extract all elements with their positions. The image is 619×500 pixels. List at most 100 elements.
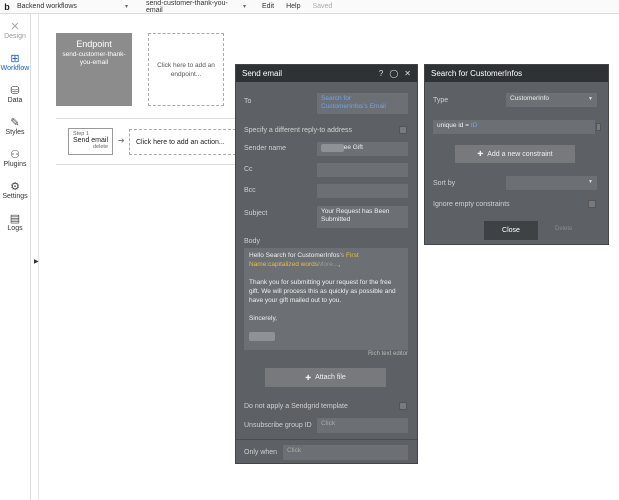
sidebar-item-label: Data: [7, 96, 23, 104]
ignore-empty-checkbox[interactable]: [588, 200, 596, 208]
arrow-right-icon: ➔: [118, 136, 125, 145]
workflow-icon: ⊞: [10, 52, 20, 65]
subject-label: Subject: [244, 210, 268, 217]
plus-icon: ✚: [305, 374, 312, 382]
chevron-down-icon: ▼: [588, 96, 593, 102]
step-delete-link[interactable]: delete: [69, 144, 112, 150]
chevron-down-icon: ▾: [242, 4, 246, 10]
styles-icon: ✎: [10, 116, 20, 129]
add-endpoint-button[interactable]: Click here to add an endpoint...: [148, 33, 224, 106]
only-when-field[interactable]: Click: [283, 445, 408, 460]
sidebar-item-design[interactable]: ✕ Design: [0, 14, 30, 46]
sidebar-item-label: Design: [4, 32, 26, 40]
sender-name-field[interactable]: xxxxxxxee Gift: [317, 142, 408, 156]
body-label: Body: [244, 238, 260, 245]
endpoint-name: send-customer-thank-you-email: [62, 51, 126, 66]
to-value-suffix: CustomerInfos's Email: [321, 103, 386, 110]
workflow-selector-label: send-customer-thank-you-email: [146, 0, 228, 14]
body-paragraph: Thank you for submitting your request fo…: [249, 279, 396, 304]
body-greeting-line: Hello Search for CustomerInfos's First N…: [249, 251, 403, 269]
panel-title: Search for CustomerInfos: [431, 69, 523, 78]
save-status: Saved: [312, 3, 333, 10]
add-action-button[interactable]: Click here to add an action...: [129, 129, 236, 155]
subject-field[interactable]: Your Request has Been Submitted: [317, 206, 408, 228]
sort-by-select[interactable]: ▼: [506, 176, 597, 190]
panel-title: Send email: [242, 69, 283, 78]
cc-label: Cc: [244, 166, 253, 173]
page-selector[interactable]: Backend workflows ▾: [14, 3, 132, 10]
body-signature-redacted: xxxxxxxx: [249, 332, 275, 341]
constraint-scroll-handle[interactable]: [596, 123, 601, 131]
rich-text-editor-link[interactable]: Rich text editor: [368, 351, 408, 357]
chevron-down-icon: ▼: [588, 179, 593, 185]
sidebar-item-plugins[interactable]: ⚇ Plugins: [0, 142, 30, 174]
reply-to-checkbox[interactable]: [399, 126, 407, 134]
sidebar-item-workflow[interactable]: ⊞ Workflow: [0, 46, 30, 78]
add-constraint-button[interactable]: ✚ Add a new constraint: [455, 145, 575, 163]
body-editor[interactable]: Hello Search for CustomerInfos's First N…: [244, 248, 408, 350]
type-select[interactable]: CustomerInfo ▼: [506, 93, 597, 107]
only-when-label: Only when: [244, 449, 278, 456]
sidebar-item-settings[interactable]: ⚙ Settings: [0, 174, 30, 206]
sidebar-item-label: Styles: [5, 128, 25, 136]
sendgrid-label: Do not apply a Sendgrid template: [244, 403, 348, 410]
close-icon[interactable]: ✕: [404, 69, 411, 78]
workflow-steps-row: Step 1 Send email delete ➔ Click here to…: [56, 118, 236, 165]
constraint-row[interactable]: unique id = ID: [433, 120, 595, 134]
plugins-icon: ⚇: [10, 148, 20, 161]
add-constraint-label: Add a new constraint: [487, 150, 553, 158]
comment-icon[interactable]: ◯: [389, 69, 398, 78]
sidebar-item-logs[interactable]: ▤ Logs: [0, 206, 30, 238]
unsubscribe-label: Unsubscribe group ID: [244, 422, 312, 429]
sort-by-label: Sort by: [433, 180, 456, 187]
expand-arrow-icon[interactable]: ▶: [34, 258, 39, 265]
send-email-header: Send email ? ◯ ✕: [236, 65, 417, 82]
top-bar: b Backend workflows ▾ send-customer-than…: [0, 0, 619, 14]
plus-icon: ✚: [477, 151, 484, 158]
settings-icon: ⚙: [10, 180, 20, 193]
delete-button[interactable]: Delete: [555, 226, 572, 232]
ignore-empty-label: Ignore empty constraints: [433, 201, 510, 208]
step-name: Send email: [72, 137, 109, 144]
sidebar-item-label: Workflow: [0, 64, 30, 72]
type-value: CustomerInfo: [510, 95, 550, 102]
sidebar-item-label: Plugins: [3, 160, 27, 168]
workflow-selector[interactable]: send-customer-thank-you-email ▾: [132, 0, 250, 14]
search-panel-header: Search for CustomerInfos: [425, 65, 608, 82]
sidebar-item-styles[interactable]: ✎ Styles: [0, 110, 30, 142]
to-field[interactable]: Search for CustomerInfos's Email: [317, 93, 408, 114]
bubble-logo[interactable]: b: [0, 0, 14, 14]
sender-name-label: Sender name: [244, 145, 287, 152]
cc-field[interactable]: [317, 163, 408, 177]
unsubscribe-field[interactable]: Click: [317, 418, 408, 433]
menu-edit[interactable]: Edit: [262, 3, 274, 10]
design-icon: ✕: [10, 20, 20, 33]
constraint-value[interactable]: ID: [471, 122, 478, 129]
search-panel: Search for CustomerInfos Type CustomerIn…: [424, 64, 609, 245]
sendgrid-checkbox[interactable]: [399, 402, 407, 410]
attach-file-label: Attach file: [315, 374, 346, 381]
sender-name-value: ee Gift: [343, 144, 363, 151]
left-sidebar: ✕ Design ⊞ Workflow ⛁ Data ✎ Styles ⚇ Pl…: [0, 14, 31, 500]
divider: [236, 439, 417, 440]
close-button[interactable]: Close: [484, 221, 538, 240]
reply-to-label: Specify a different reply-to address: [244, 127, 353, 134]
help-icon[interactable]: ?: [379, 69, 383, 78]
data-icon: ⛁: [10, 84, 20, 97]
step-card[interactable]: Step 1 Send email delete: [68, 128, 113, 155]
page-selector-label: Backend workflows: [17, 3, 77, 10]
attach-file-button[interactable]: ✚ Attach file: [265, 368, 386, 387]
bcc-field[interactable]: [317, 184, 408, 198]
menu-help[interactable]: Help: [286, 3, 300, 10]
panel-divider[interactable]: [38, 14, 39, 500]
bcc-label: Bcc: [244, 187, 256, 194]
logs-icon: ▤: [9, 212, 21, 225]
send-email-panel: Send email ? ◯ ✕ To Search for CustomerI…: [235, 64, 418, 464]
to-label: To: [244, 98, 252, 105]
sidebar-item-label: Settings: [2, 192, 28, 200]
sidebar-item-data[interactable]: ⛁ Data: [0, 78, 30, 110]
endpoint-card[interactable]: Endpoint send-customer-thank-you-email: [56, 33, 132, 106]
body-more-link[interactable]: More...: [318, 261, 338, 268]
chevron-down-icon: ▾: [124, 4, 128, 10]
endpoint-title: Endpoint: [76, 39, 112, 49]
